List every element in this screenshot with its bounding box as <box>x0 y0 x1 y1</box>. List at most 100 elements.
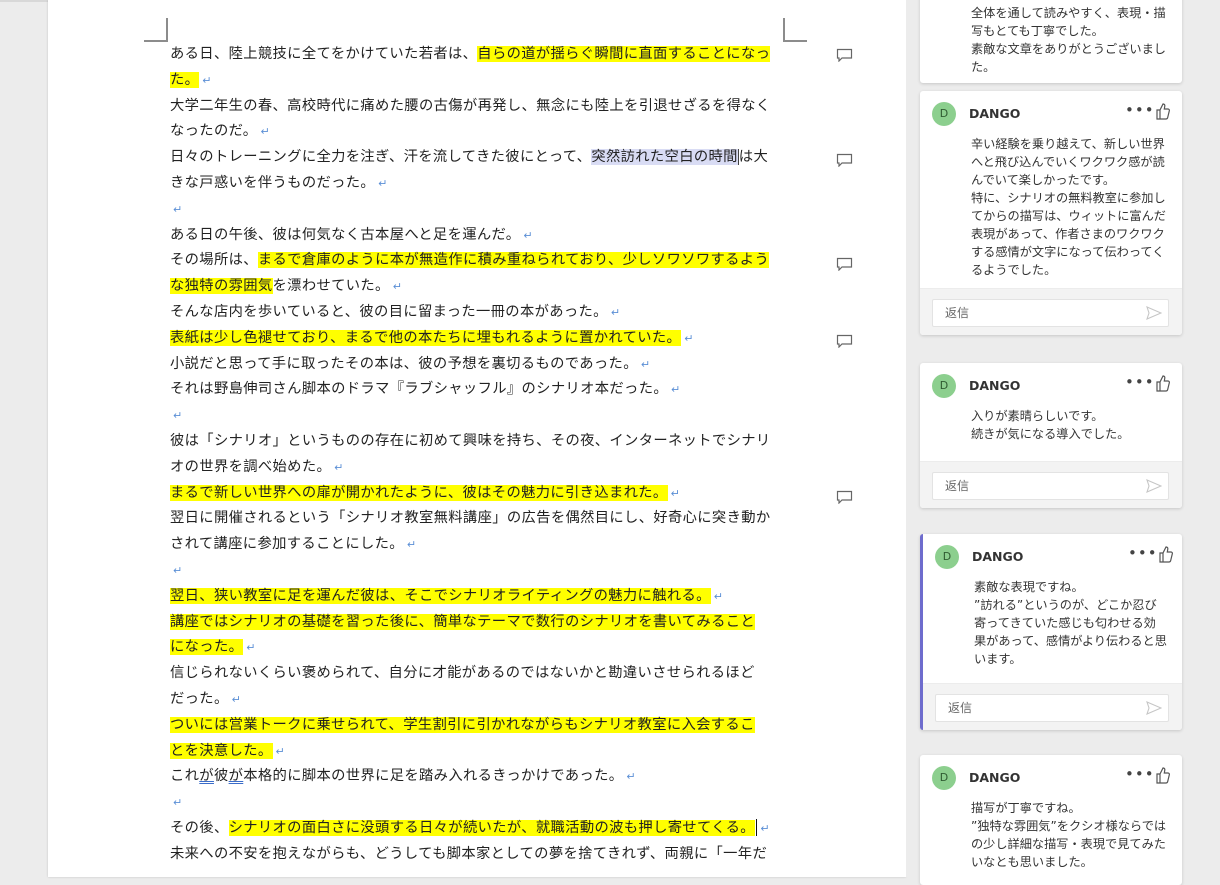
text-run[interactable]: 未来への不安を抱えながらも、どうしても脚本家としての夢を捨てきれず、両親に「一年… <box>170 846 767 862</box>
more-options-icon[interactable]: ••• <box>1125 101 1155 119</box>
grammar-flag-text[interactable]: が <box>229 768 244 784</box>
text-run[interactable]: きな戸惑いを伴うものだった。 <box>170 175 375 191</box>
comment-card-partial[interactable]: 全体を通して読みやすく、表現・描写もとても丁寧でした。 素敵な文章をありがとうご… <box>920 0 1182 83</box>
thumbs-up-icon[interactable] <box>1154 766 1170 784</box>
text-line[interactable]: とを決意した。 ↵ <box>170 739 790 765</box>
highlighted-text[interactable]: ついには営業トークに乗せられて、学生割引に引かれながらもシナリオ教室に入会するこ <box>170 716 755 733</box>
text-line[interactable]: 翌日に開催されるという「シナリオ教室無料講座」の広告を偶然目にし、好奇心に突き動… <box>170 506 790 532</box>
grammar-flag-text[interactable]: が <box>199 768 214 784</box>
text-line[interactable]: オの世界を調べ始めた。 ↵ <box>170 455 790 481</box>
more-options-icon[interactable]: ••• <box>1128 544 1158 562</box>
highlighted-text[interactable]: まるで倉庫のように本が無造作に積み重ねられており、少しソワソワするよう <box>257 252 770 269</box>
text-line[interactable]: 表紙は少し色褪せており、まるで他の本たちに埋もれるように置かれていた。 ↵ <box>170 326 790 352</box>
text-line[interactable]: 小説だと思って手に取ったその本は、彼の予想を裏切るものであった。 ↵ <box>170 352 790 378</box>
highlighted-text[interactable]: 講座ではシナリオの基礎を習った後に、簡単なテーマで数行のシナリオを書いてみること <box>170 613 756 630</box>
text-run[interactable]: 小説だと思って手に取ったその本は、彼の予想を裏切るものであった。 <box>170 356 638 372</box>
highlighted-text[interactable]: 表紙は少し色褪せており、まるで他の本たちに埋もれるように置かれていた。 <box>170 329 682 346</box>
text-run[interactable]: そんな店内を歩いていると、彼の目に留まった一冊の本があった。 <box>170 304 608 320</box>
highlighted-text[interactable]: まるで新しい世界への扉が開かれたように、彼はその魅力に引き込まれた。 <box>170 484 668 501</box>
text-line[interactable]: そんな店内を歩いていると、彼の目に留まった一冊の本があった。 ↵ <box>170 300 790 326</box>
text-line[interactable]: されて講座に参加することにした。 ↵ <box>170 532 790 558</box>
text-line[interactable]: 信じられないくらい褒められて、自分に才能があるのではないかと勘違いさせられるほど <box>170 661 790 687</box>
text-line[interactable]: ついには営業トークに乗せられて、学生割引に引かれながらもシナリオ教室に入会するこ <box>170 713 790 739</box>
reply-box[interactable] <box>932 472 1169 500</box>
reply-input[interactable] <box>943 305 1127 321</box>
highlighted-text[interactable]: な独特の雰囲気 <box>170 278 273 295</box>
text-run[interactable]: だった。 <box>170 691 229 707</box>
send-arrow-icon[interactable] <box>1146 305 1162 321</box>
text-run[interactable]: は大 <box>739 149 768 165</box>
text-line[interactable]: 講座ではシナリオの基礎を習った後に、簡単なテーマで数行のシナリオを書いてみること <box>170 610 790 636</box>
text-run[interactable]: その後、 <box>170 820 229 836</box>
thumbs-up-icon[interactable] <box>1154 102 1170 120</box>
text-line[interactable]: になった。 ↵ <box>170 635 790 661</box>
text-line[interactable]: 日々のトレーニングに全力を注ぎ、汗を流してきた彼にとって、突然訪れた空白の時間は… <box>170 145 790 171</box>
text-run[interactable]: 彼は「シナリオ」というものの存在に初めて興味を持ち、その夜、インターネットでシナ… <box>170 433 771 449</box>
text-run[interactable]: 日々のトレーニングに全力を注ぎ、汗を流してきた彼にとって、 <box>170 149 591 165</box>
text-run[interactable]: ある日、陸上競技に全てをかけていた若者は、 <box>170 46 477 62</box>
text-run[interactable]: 彼 <box>214 768 229 784</box>
comment-card-active[interactable]: D DANGO ••• 素敵な表現ですね。 ”訪れる”というのが、どこか忍び寄っ… <box>920 534 1182 730</box>
text-line[interactable]: ある日、陸上競技に全てをかけていた若者は、自らの道が揺らぐ瞬間に直面することにな… <box>170 42 790 68</box>
reply-box[interactable] <box>932 299 1169 327</box>
text-run[interactable]: なったのだ。 <box>170 123 257 139</box>
text-line[interactable]: 大学二年生の春、高校時代に痛めた腰の古傷が再発し、無念にも陸上を引退せざるを得な… <box>170 94 790 120</box>
text-line[interactable]: 未来への不安を抱えながらも、どうしても脚本家としての夢を捨てきれず、両親に「一年… <box>170 842 790 868</box>
reply-input[interactable] <box>943 478 1127 494</box>
comment-card[interactable]: D DANGO ••• 辛い経験を乗り越えて、新しい世界へと飛び込んでいくワクワ… <box>920 91 1182 335</box>
text-run[interactable]: 大学二年生の春、高校時代に痛めた腰の古傷が再発し、無念にも陸上を引退せざるを得な… <box>170 98 771 114</box>
highlighted-text[interactable]: 翌日、狭い教室に足を運んだ彼は、そこでシナリオライティングの魅力に触れる。 <box>170 587 711 604</box>
text-line[interactable]: きな戸惑いを伴うものだった。 ↵ <box>170 171 790 197</box>
document-body[interactable]: ある日、陸上競技に全てをかけていた若者は、自らの道が揺らぐ瞬間に直面することにな… <box>170 42 790 868</box>
document-page[interactable]: ある日、陸上競技に全てをかけていた若者は、自らの道が揺らぐ瞬間に直面することにな… <box>48 0 906 877</box>
speech-bubble-icon[interactable] <box>836 48 853 62</box>
text-line[interactable]: ↵ <box>170 790 790 816</box>
send-arrow-icon[interactable] <box>1146 700 1162 716</box>
thumbs-up-icon[interactable] <box>1154 374 1170 392</box>
text-run[interactable]: これ <box>170 768 199 784</box>
selected-text[interactable]: 突然訪れた空白の時間 <box>591 149 739 166</box>
speech-bubble-icon[interactable] <box>836 257 853 271</box>
highlighted-text[interactable]: た。 <box>170 71 200 88</box>
more-options-icon[interactable]: ••• <box>1125 765 1155 783</box>
text-run[interactable]: その場所は、 <box>170 252 258 268</box>
text-line[interactable]: その場所は、まるで倉庫のように本が無造作に積み重ねられており、少しソワソワするよ… <box>170 248 790 274</box>
text-line[interactable]: これが彼が本格的に脚本の世界に足を踏み入れるきっかけであった。 ↵ <box>170 764 790 790</box>
text-run[interactable]: 翌日に開催されるという「シナリオ教室無料講座」の広告を偶然目にし、好奇心に突き動… <box>170 510 771 526</box>
send-arrow-icon[interactable] <box>1146 478 1162 494</box>
text-run[interactable]: 信じられないくらい褒められて、自分に才能があるのではないかと勘違いさせられるほど <box>170 665 755 681</box>
text-run[interactable]: されて講座に参加することにした。 <box>170 536 404 552</box>
text-line[interactable]: 彼は「シナリオ」というものの存在に初めて興味を持ち、その夜、インターネットでシナ… <box>170 429 790 455</box>
speech-bubble-icon[interactable] <box>836 153 853 167</box>
comment-card[interactable]: D DANGO ••• 入りが素晴らしいです。 続きが気になる導入でした。 <box>920 363 1182 508</box>
text-line[interactable]: た。 ↵ <box>170 68 790 94</box>
text-line[interactable]: ↵ <box>170 403 790 429</box>
text-line[interactable]: それは野島伸司さん脚本のドラマ『ラブシャッフル』のシナリオ本だった。 ↵ <box>170 377 790 403</box>
text-line[interactable]: なったのだ。 ↵ <box>170 119 790 145</box>
highlighted-text[interactable]: シナリオの面白さに没頭する日々が続いたが、就職活動の波も押し寄せてくる。 <box>228 819 755 836</box>
text-line[interactable]: だった。 ↵ <box>170 687 790 713</box>
text-run[interactable]: を漂わせていた。 <box>273 278 390 294</box>
speech-bubble-icon[interactable] <box>836 490 853 504</box>
highlighted-text[interactable]: になった。 <box>170 639 244 656</box>
reply-input[interactable] <box>946 700 1130 716</box>
comment-text: 素敵な表現ですね。 ”訪れる”というのが、どこか忍び寄ってきていた感じも匂わせる… <box>974 580 1167 666</box>
speech-bubble-icon[interactable] <box>836 334 853 348</box>
reply-box[interactable] <box>935 694 1169 722</box>
text-line[interactable]: まるで新しい世界への扉が開かれたように、彼はその魅力に引き込まれた。 ↵ <box>170 481 790 507</box>
text-line[interactable]: な独特の雰囲気を漂わせていた。 ↵ <box>170 274 790 300</box>
text-line[interactable]: ↵ <box>170 197 790 223</box>
thumbs-up-icon[interactable] <box>1157 545 1173 563</box>
text-run[interactable]: それは野島伸司さん脚本のドラマ『ラブシャッフル』のシナリオ本だった。 <box>170 381 668 397</box>
more-options-icon[interactable]: ••• <box>1125 373 1155 391</box>
text-run[interactable]: オの世界を調べ始めた。 <box>170 459 331 475</box>
text-line[interactable]: ある日の午後、彼は何気なく古本屋へと足を運んだ。 ↵ <box>170 223 790 249</box>
text-run[interactable]: 本格的に脚本の世界に足を踏み入れるきっかけであった。 <box>243 768 623 784</box>
highlighted-text[interactable]: 自らの道が揺らぐ瞬間に直面することになっ <box>477 46 771 62</box>
comment-card[interactable]: D DANGO ••• 描写が丁寧ですね。 ”独特な雰囲気”をクシオ様ならではの… <box>920 755 1182 885</box>
highlighted-text[interactable]: とを決意した。 <box>170 742 273 759</box>
text-line[interactable]: その後、シナリオの面白さに没頭する日々が続いたが、就職活動の波も押し寄せてくる。… <box>170 816 790 842</box>
text-line[interactable]: ↵ <box>170 558 790 584</box>
text-run[interactable]: ある日の午後、彼は何気なく古本屋へと足を運んだ。 <box>170 227 520 243</box>
text-line[interactable]: 翌日、狭い教室に足を運んだ彼は、そこでシナリオライティングの魅力に触れる。 ↵ <box>170 584 790 610</box>
